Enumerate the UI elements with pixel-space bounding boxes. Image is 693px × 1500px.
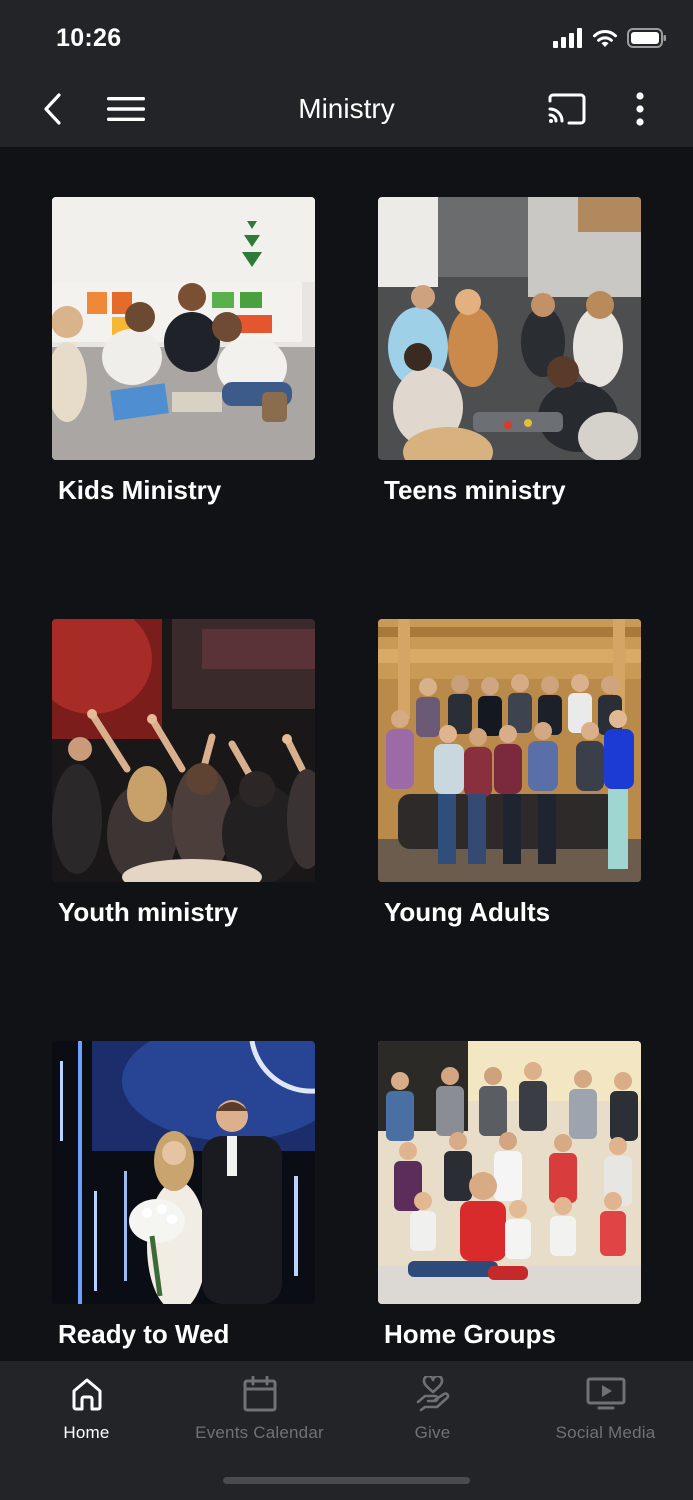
calendar-icon [243, 1375, 277, 1413]
ministry-label: Teens ministry [384, 475, 566, 505]
cast-button[interactable] [544, 89, 590, 133]
status-time: 10:26 [56, 24, 122, 52]
give-icon [415, 1375, 451, 1413]
tab-label: Home [63, 1423, 110, 1442]
tab-give[interactable]: Give [346, 1361, 519, 1451]
ministry-card-teens[interactable]: Teens ministry [378, 197, 641, 506]
home-indicator [223, 1477, 470, 1484]
tab-home[interactable]: Home [0, 1361, 173, 1451]
young-adults-photo [378, 619, 641, 882]
youth-ministry-photo [52, 619, 315, 882]
wifi-icon [592, 28, 618, 53]
ministry-card-ready-to-wed[interactable]: Ready to Wed [52, 1041, 315, 1350]
tab-social-media[interactable]: Social Media [519, 1361, 692, 1451]
status-bar: 10:26 [0, 0, 693, 75]
tab-label: Social Media [555, 1423, 656, 1442]
home-icon [71, 1375, 103, 1413]
ministry-card-young-adults[interactable]: Young Adults [378, 619, 641, 928]
tab-label: Events Calendar [195, 1423, 324, 1442]
social-media-icon [586, 1375, 626, 1413]
kids-ministry-photo [52, 197, 315, 460]
ministry-label: Youth ministry [58, 897, 239, 927]
ready-to-wed-photo [52, 1041, 315, 1304]
ministry-card-kids[interactable]: Kids Ministry [52, 197, 315, 506]
teens-ministry-photo [378, 197, 641, 460]
cast-icon [547, 93, 587, 130]
ministry-card-home-groups[interactable]: Home Groups [378, 1041, 641, 1350]
cellular-signal-icon [553, 28, 583, 53]
tab-label: Give [414, 1423, 451, 1442]
ministry-label: Young Adults [384, 897, 551, 927]
ministry-label: Kids Ministry [58, 475, 222, 505]
battery-icon [627, 28, 667, 53]
home-groups-photo [378, 1041, 641, 1304]
app-screen: 10:26 Ministry Kids Ministry Teens minis… [0, 0, 693, 1500]
ministry-card-youth[interactable]: Youth ministry [52, 619, 315, 928]
more-options-button[interactable] [620, 89, 660, 133]
nav-bar: Ministry [0, 75, 693, 147]
status-icons [553, 28, 667, 53]
tab-events-calendar[interactable]: Events Calendar [173, 1361, 346, 1451]
ministry-label: Ready to Wed [58, 1319, 230, 1349]
ministry-label: Home Groups [384, 1319, 556, 1349]
more-vertical-icon [635, 91, 645, 131]
